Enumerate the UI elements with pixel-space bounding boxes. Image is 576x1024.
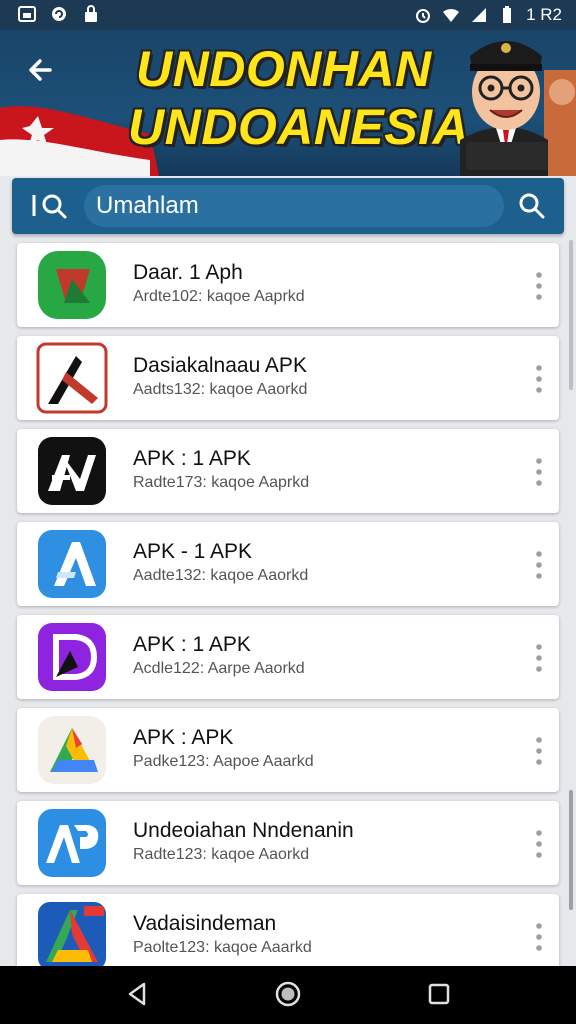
- blue-ap-app-icon: [38, 809, 106, 877]
- search-icon[interactable]: [518, 192, 546, 220]
- app-meta: Radte123: kaqoe Aaorkd: [133, 846, 310, 863]
- alarm-icon: [416, 9, 431, 23]
- search-input[interactable]: Umahlam: [96, 192, 199, 220]
- more-vert-icon[interactable]: [529, 734, 549, 768]
- list-item[interactable]: APK : 1 APK Radte173: kaqoe Aaprkd: [17, 429, 559, 513]
- blue-a-app-icon: [38, 530, 106, 598]
- banner-title-line2: UNDOANESIA: [128, 99, 470, 155]
- search-bar[interactable]: Umahlam: [12, 178, 564, 234]
- more-vert-icon[interactable]: [529, 269, 549, 303]
- more-vert-icon[interactable]: [529, 362, 549, 396]
- more-vert-icon[interactable]: [529, 920, 549, 954]
- app-meta: Padke123: Aapoe Aaarkd: [133, 753, 314, 770]
- scrollbar-thumb[interactable]: [569, 790, 573, 910]
- header-banner: UNDONHAN UNDOANESIA: [0, 30, 576, 176]
- banner-title-line1: UNDONHAN: [136, 41, 432, 97]
- app-name: APK : APK: [133, 726, 234, 749]
- gallery-notification-icon: [18, 6, 36, 22]
- more-vert-icon[interactable]: [529, 455, 549, 489]
- app-meta: Aadts132: kaqoe Aaorkd: [133, 381, 308, 398]
- battery-icon: [503, 6, 512, 23]
- app-name: Dasiakalnaau APK: [133, 354, 307, 377]
- list-item[interactable]: APK - 1 APK Aadte132: kaqoe Aaorkd: [17, 522, 559, 606]
- more-vert-icon[interactable]: [529, 827, 549, 861]
- multicolor-a-app-icon: [38, 716, 106, 784]
- scrollbar-track-top[interactable]: [569, 240, 573, 390]
- app-meta: Radte173: kaqoe Aaprkd: [133, 474, 310, 491]
- app-name: Undeoiahan Nndenanin: [133, 819, 354, 842]
- app-name: APK - 1 APK: [133, 540, 253, 563]
- app-meta: Acdle122: Aarpe Aaorkd: [133, 660, 305, 677]
- list-item[interactable]: Dasiakalnaau APK Aadts132: kaqoe Aaorkd: [17, 336, 559, 420]
- wifi-icon: [443, 8, 460, 22]
- app-name: Daar. 1 Aph: [133, 261, 243, 284]
- lock-notification-icon: [85, 5, 97, 22]
- list-item[interactable]: APK : APK Padke123: Aapoe Aaarkd: [17, 708, 559, 792]
- app-meta: Paolte123: kaqoe Aaarkd: [133, 939, 312, 956]
- clock: 1 R2: [526, 5, 562, 24]
- sync-notification-icon: [52, 7, 66, 21]
- list-item[interactable]: Daar. 1 Aph Ardte102: kaqoe Aaprkd: [17, 243, 559, 327]
- system-navigation-bar: [0, 966, 576, 1024]
- nav-back-icon[interactable]: [124, 980, 150, 1008]
- back-arrow-icon[interactable]: [20, 48, 64, 92]
- status-bar: 1 R2: [0, 0, 576, 30]
- app-list: Daar. 1 Aph Ardte102: kaqoe Aaprkd Dasia…: [17, 243, 559, 987]
- black-av-app-icon: [38, 437, 106, 505]
- app-name: APK : 1 APK: [133, 447, 251, 470]
- search-bar-leading-icon: [32, 194, 67, 219]
- mascot-illustration: [460, 41, 576, 176]
- list-item[interactable]: APK : 1 APK Acdle122: Aarpe Aaorkd: [17, 615, 559, 699]
- multicolor-a2-app-icon: [38, 902, 106, 970]
- more-vert-icon[interactable]: [529, 641, 549, 675]
- signal-icon: [472, 8, 487, 22]
- app-name: Vadaisindeman: [133, 912, 277, 935]
- more-vert-icon[interactable]: [529, 548, 549, 582]
- app-name: APK : 1 APK: [133, 633, 251, 656]
- app-meta: Aadte132: kaqoe Aaorkd: [133, 567, 309, 584]
- list-item[interactable]: Undeoiahan Nndenanin Radte123: kaqoe Aao…: [17, 801, 559, 885]
- nav-recents-icon[interactable]: [426, 980, 452, 1008]
- nav-home-icon[interactable]: [274, 980, 302, 1008]
- purple-d-app-icon: [38, 623, 106, 691]
- green-app-icon: [38, 251, 106, 319]
- app-meta: Ardte102: kaqoe Aaprkd: [133, 288, 305, 305]
- red-x-app-icon: [36, 342, 108, 414]
